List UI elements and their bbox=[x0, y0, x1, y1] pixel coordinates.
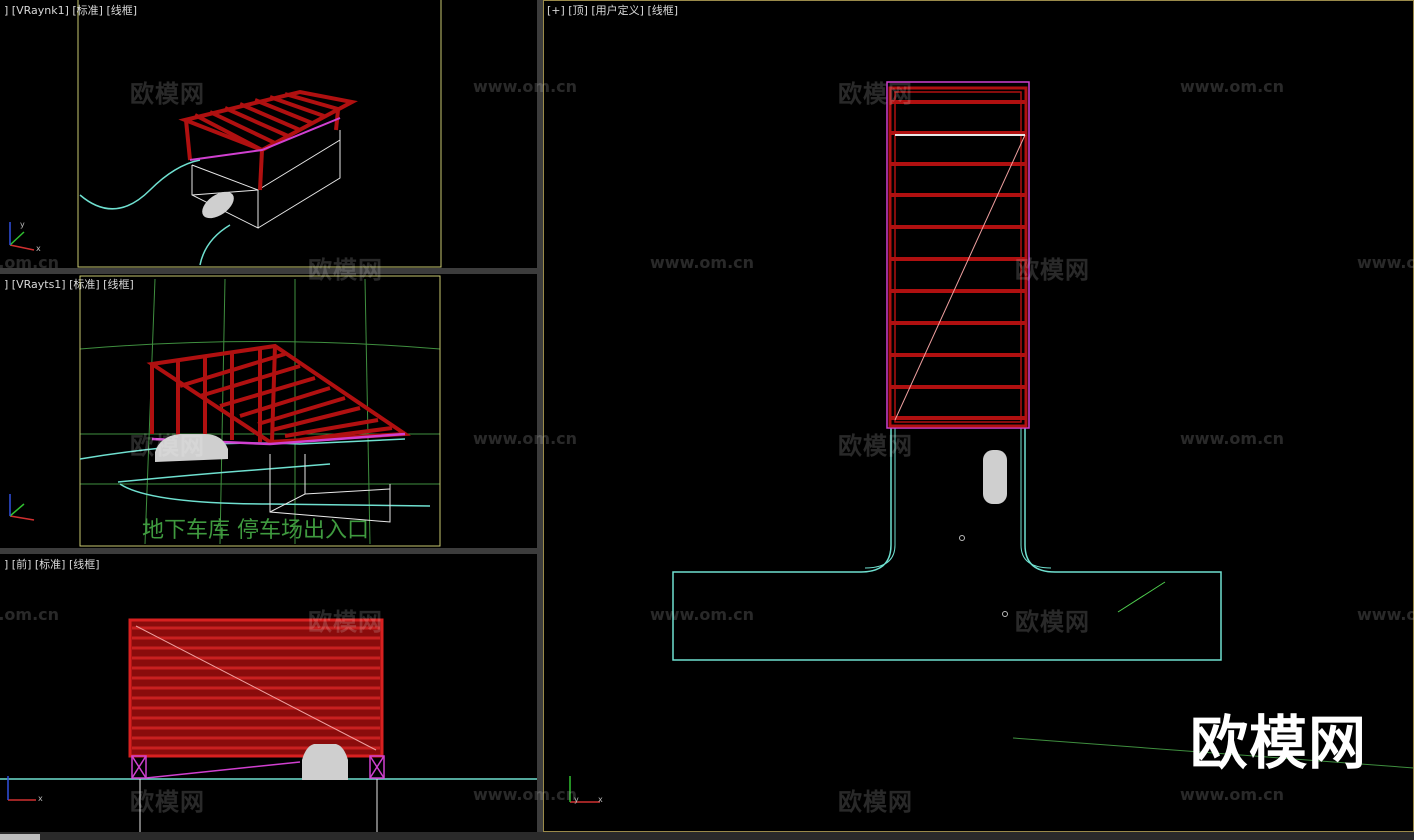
viewport-label[interactable]: ] [VRaynk1] [标准] [线框] bbox=[4, 2, 137, 18]
canopy-front bbox=[128, 618, 384, 758]
viewport-label[interactable]: [+] [顶] [用户定义] [线框] bbox=[547, 2, 678, 18]
axis-letter-x: x bbox=[36, 244, 41, 253]
point-marker bbox=[959, 535, 965, 541]
axis-letter-x: x bbox=[38, 794, 43, 803]
viewport-front[interactable]: ] [前] [标准] [线框] bbox=[0, 554, 537, 832]
helper-line bbox=[1117, 581, 1166, 613]
road-curve bbox=[79, 159, 201, 210]
viewport-splitter-horizontal[interactable] bbox=[0, 548, 537, 554]
road-edge-3 bbox=[119, 483, 431, 507]
axis-letter-x: x bbox=[598, 795, 603, 804]
viewport-front-canvas bbox=[0, 618, 537, 832]
viewport-splitter-horizontal[interactable] bbox=[0, 268, 537, 274]
viewport-camera-vrayts1-canvas bbox=[9, 275, 441, 547]
canopy-top bbox=[888, 86, 1028, 428]
scrollbar-thumb[interactable] bbox=[0, 834, 40, 840]
car-model bbox=[983, 450, 1007, 504]
viewport-camera-vraynk1[interactable]: ] [VRaynk1] [标准] [线框] bbox=[0, 0, 537, 268]
road-outline bbox=[672, 428, 1222, 661]
axis-letter-y: y bbox=[574, 795, 579, 804]
viewport-camera-vrayts1[interactable]: ] [VRayts1] [标准] [线框] 地下车库 停车场出入口 bbox=[0, 274, 537, 548]
car-model bbox=[155, 434, 228, 462]
viewport-camera-vraynk1-canvas bbox=[9, 0, 442, 268]
viewport-splitter-vertical[interactable] bbox=[537, 0, 543, 840]
point-marker bbox=[1002, 611, 1008, 617]
road-curve-2 bbox=[199, 224, 231, 266]
viewport-label[interactable]: ] [VRayts1] [标准] [线框] bbox=[4, 276, 134, 292]
brand-logo: 欧模网 bbox=[1190, 709, 1368, 777]
car-model bbox=[302, 744, 348, 780]
road-edge-2 bbox=[117, 463, 331, 483]
canopy-frame bbox=[178, 89, 358, 191]
timeline-scrollbar[interactable] bbox=[0, 832, 1414, 840]
canopy-diagonal bbox=[894, 134, 1026, 421]
axis-letter-y: y bbox=[20, 220, 25, 229]
viewport-label[interactable]: ] [前] [标准] [线框] bbox=[4, 556, 100, 572]
axis-gizmo bbox=[9, 494, 35, 521]
scene-caption: 地下车库 停车场出入口 bbox=[142, 518, 369, 543]
